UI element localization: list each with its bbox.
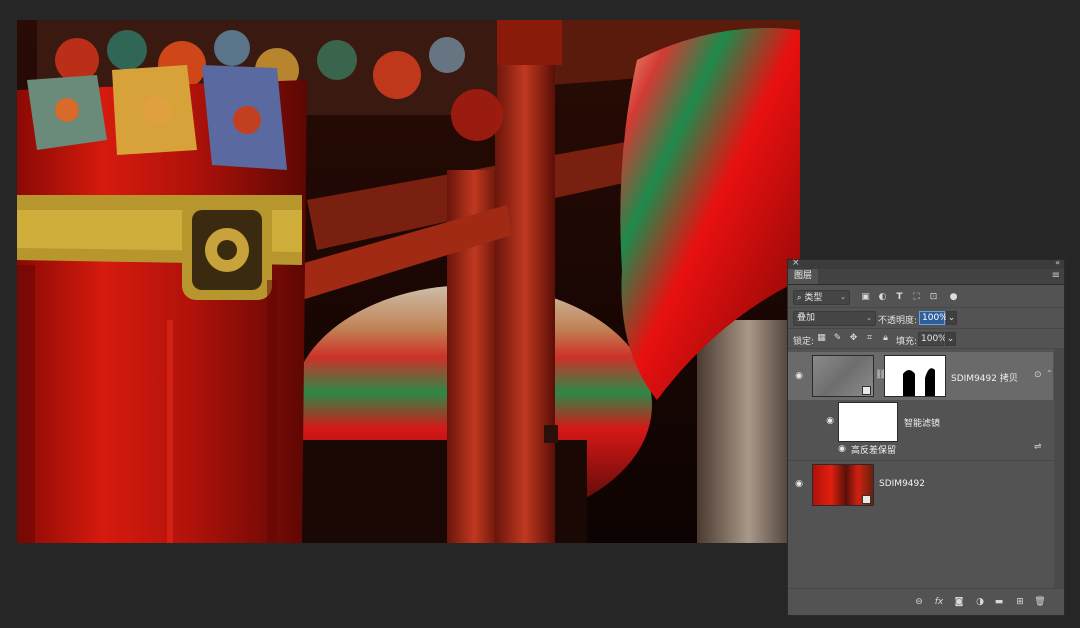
smart-object-badge-icon xyxy=(862,495,871,504)
chevron-down-icon: ⌄ xyxy=(947,313,956,323)
trash-icon[interactable]: 🗑︎ xyxy=(1034,596,1046,608)
mask-icon[interactable]: ◙ xyxy=(953,596,965,608)
collapse-icon[interactable]: « xyxy=(1055,258,1060,267)
layer-name[interactable]: SDIM9492 拷贝 xyxy=(951,371,1018,384)
filter-kind-select[interactable]: ⌕ 类型 ⌄ xyxy=(793,290,850,305)
layer-name[interactable]: SDIM9492 xyxy=(879,479,925,489)
blend-row: 叠加 ⌄ 不透明度: 100% ⌄ xyxy=(788,308,1064,329)
panel-bottom-bar: ⊖ fx ◙ ◑ ▬ ⊞ 🗑︎ xyxy=(788,588,1064,615)
lock-paint-icon[interactable]: ✎ xyxy=(832,333,843,344)
smart-filters-row[interactable]: ◉ 智能滤镜 xyxy=(788,402,1053,442)
panel-menu-icon[interactable]: ≡ xyxy=(1052,270,1060,281)
blend-mode-select[interactable]: 叠加 ⌄ xyxy=(793,311,876,326)
panel-header-strip: × « xyxy=(788,258,1064,269)
layers-scrollbar[interactable] xyxy=(1054,349,1064,589)
adjustment-icon[interactable]: ◑ xyxy=(974,596,986,608)
lock-pixels-icon[interactable]: ▦ xyxy=(816,333,827,344)
mask-shape xyxy=(903,368,935,396)
smart-filter-toggle-icon[interactable]: ⊙ xyxy=(1034,370,1042,380)
layer-filter-row: ⌕ 类型 ⌄ ▣ ◐ T ⛶ ⊡ ● xyxy=(788,287,1064,308)
document-canvas[interactable] xyxy=(17,20,800,543)
smart-filter-mask-thumbnail[interactable] xyxy=(838,402,898,442)
fill-field[interactable]: 100% xyxy=(918,332,947,346)
eye-icon[interactable]: ◉ xyxy=(824,416,836,426)
fill-label: 填充: xyxy=(896,337,918,347)
layer-row-base[interactable]: ◉ SDIM9492 xyxy=(788,460,1053,507)
type-filter-icon[interactable]: T xyxy=(894,292,905,303)
lock-label: 锁定: xyxy=(793,337,815,347)
layer-thumbnail[interactable] xyxy=(812,355,874,397)
smart-filters-label[interactable]: 智能滤镜 xyxy=(904,416,940,429)
link-layers-icon[interactable]: ⊖ xyxy=(913,596,925,608)
filter-toggle-icon[interactable]: ● xyxy=(948,292,959,303)
opacity-field[interactable]: 100% xyxy=(919,311,948,325)
filter-options-icon[interactable]: ⇌ xyxy=(1034,442,1042,452)
chevron-down-icon: ⌄ xyxy=(840,293,846,301)
layer-thumbnail[interactable] xyxy=(812,464,874,506)
lock-row: 锁定: ▦ ✎ ✥ ⌗ 🔒︎ 填充: 100% ⌄ xyxy=(788,330,1064,349)
eye-icon[interactable]: ◉ xyxy=(836,444,848,454)
shape-filter-icon[interactable]: ⛶ xyxy=(911,292,922,303)
lock-all-icon[interactable]: 🔒︎ xyxy=(880,333,891,344)
fx-icon[interactable]: fx xyxy=(933,596,945,608)
eye-icon[interactable]: ◉ xyxy=(793,479,805,489)
layers-panel: × « 图层 ≡ ⌕ 类型 ⌄ ▣ ◐ T ⛶ ⊡ ● 叠加 ⌄ 不透明度: 1… xyxy=(787,258,1065,616)
adjust-filter-icon[interactable]: ◐ xyxy=(877,292,888,303)
smart-object-badge-icon xyxy=(862,386,871,395)
eye-icon[interactable]: ◉ xyxy=(793,371,805,381)
lock-artboard-icon[interactable]: ⌗ xyxy=(864,333,875,344)
filter-row-highpass[interactable]: ◉ 高反差保留 ⇌ xyxy=(788,442,1053,456)
canvas-photo xyxy=(17,20,800,543)
chevron-down-icon: ⌄ xyxy=(946,334,955,344)
chevron-down-icon: ⌄ xyxy=(866,314,872,322)
lock-move-icon[interactable]: ✥ xyxy=(848,333,859,344)
folder-icon[interactable]: ▬ xyxy=(993,596,1005,608)
layer-mask-thumbnail[interactable] xyxy=(884,355,946,397)
smart-object-filter-icon[interactable]: ⊡ xyxy=(928,292,939,303)
search-icon: ⌕ xyxy=(797,293,802,302)
layers-list: ◉ ⛓ SDIM9492 拷贝 ⊙ ⌃ ◉ 智能滤镜 ◉ 高反差保留 ⇌ ◉ S… xyxy=(788,349,1064,589)
image-filter-icon[interactable]: ▣ xyxy=(860,292,871,303)
new-layer-icon[interactable]: ⊞ xyxy=(1014,596,1026,608)
opacity-label: 不透明度: xyxy=(878,316,918,326)
opacity-dropdown-button[interactable]: ⌄ xyxy=(946,311,957,325)
panel-tab-bar: 图层 ≡ xyxy=(788,269,1064,285)
close-icon[interactable]: × xyxy=(792,258,800,268)
filter-name[interactable]: 高反差保留 xyxy=(851,443,896,456)
tab-layers[interactable]: 图层 xyxy=(788,269,819,284)
layer-row-copy[interactable]: ◉ ⛓ SDIM9492 拷贝 ⊙ ⌃ xyxy=(788,352,1053,400)
fill-dropdown-button[interactable]: ⌄ xyxy=(945,332,956,346)
collapse-arrow-icon[interactable]: ⌃ xyxy=(1046,369,1053,378)
